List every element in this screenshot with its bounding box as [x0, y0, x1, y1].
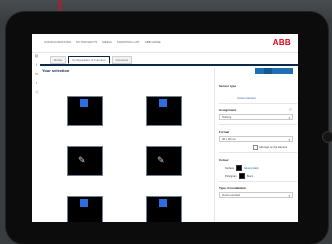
- tab-overview[interactable]: Overview: [111, 56, 133, 64]
- blue-square-icon: [80, 99, 88, 107]
- nav-link-media[interactable]: MEDIA: [102, 40, 112, 44]
- surface-label: Surface: [225, 166, 234, 170]
- facebook-icon[interactable]: f: [36, 63, 37, 67]
- installation-label: Type of installation: [219, 186, 247, 190]
- abb-logo[interactable]: ABB: [273, 38, 291, 47]
- action-button[interactable]: [255, 68, 293, 74]
- pictogram-value[interactable]: Black: [247, 175, 253, 178]
- sensor-type-label: Sensor type: [219, 84, 237, 88]
- nav-link-shopping-list[interactable]: SHOPPING LIST: [117, 40, 140, 44]
- page-title: Your selection: [42, 68, 70, 73]
- surface-colour-row[interactable]: Surface Glossy black: [225, 165, 259, 171]
- sidebar-icons: ▤ f in t ◁: [33, 52, 40, 94]
- blue-square-icon: [159, 99, 167, 107]
- linkedin-icon[interactable]: in: [35, 72, 38, 76]
- top-navigation: CONFIGURATIONS MY PROJECTS MEDIA SHOPPIN…: [32, 34, 298, 53]
- grid-cell[interactable]: [67, 96, 103, 126]
- divider: [219, 103, 297, 104]
- share-icon[interactable]: ◁: [35, 90, 38, 94]
- assignment-select[interactable]: Nothing: [219, 114, 293, 121]
- format-label: Format: [219, 130, 230, 134]
- grid-cell[interactable]: ✎: [67, 146, 103, 176]
- format-select[interactable]: 38 x 38 mm: [219, 136, 293, 143]
- sensor-link[interactable]: Current element: [237, 97, 256, 100]
- print-icon[interactable]: ▤: [35, 54, 39, 58]
- pictogram-swatch[interactable]: [238, 173, 245, 179]
- action-button-secondary[interactable]: [264, 68, 272, 74]
- surface-swatch[interactable]: [235, 165, 242, 171]
- nav-link-abb-home[interactable]: ABB HOME: [145, 40, 161, 44]
- pictogram-colour-row[interactable]: Pictogram Black: [225, 173, 253, 179]
- nav-links: CONFIGURATIONS MY PROJECTS MEDIA SHOPPIN…: [44, 40, 161, 44]
- installation-select[interactable]: Flush-mounted: [219, 192, 293, 199]
- pencil-icon: ✎: [78, 155, 86, 165]
- divider: [219, 152, 297, 153]
- divider: [219, 124, 297, 125]
- app-screen: CONFIGURATIONS MY PROJECTS MEDIA SHOPPIN…: [32, 34, 298, 222]
- selection-canvas: ✎ ✎: [42, 76, 214, 222]
- grid-cell[interactable]: [146, 96, 182, 126]
- info-icon[interactable]: ⚐: [289, 107, 293, 112]
- right-panel: Sensor type Current element Assignment ⚐…: [214, 68, 298, 222]
- nav-bar: [40, 64, 298, 66]
- tab-configuration[interactable]: Configuration of Function: [68, 56, 110, 64]
- checkbox-label: with logo on the element: [259, 146, 288, 149]
- tablet-home-button[interactable]: [322, 131, 332, 143]
- grid-cell[interactable]: ✎: [146, 146, 182, 176]
- pencil-icon: ✎: [157, 155, 165, 165]
- logo-checkbox-row[interactable]: with logo on the element: [253, 145, 287, 150]
- nav-link-configurations[interactable]: CONFIGURATIONS: [44, 40, 71, 44]
- tab-bar: Home Configuration of Function Overview: [50, 56, 133, 64]
- assignment-label: Assignment: [219, 108, 237, 112]
- blue-square-icon: [159, 199, 167, 207]
- grid-cell[interactable]: [67, 196, 103, 222]
- divider: [219, 181, 297, 182]
- checkbox[interactable]: [253, 145, 258, 150]
- nav-link-my-projects[interactable]: MY PROJECTS: [76, 40, 97, 44]
- pictogram-label: Pictogram: [225, 174, 237, 178]
- grid-cell[interactable]: [146, 196, 182, 222]
- tab-home[interactable]: Home: [50, 56, 67, 64]
- blue-square-icon: [80, 199, 88, 207]
- surface-value[interactable]: Glossy black: [244, 167, 259, 170]
- twitter-icon[interactable]: t: [36, 81, 37, 85]
- colour-label: Colour: [219, 158, 229, 162]
